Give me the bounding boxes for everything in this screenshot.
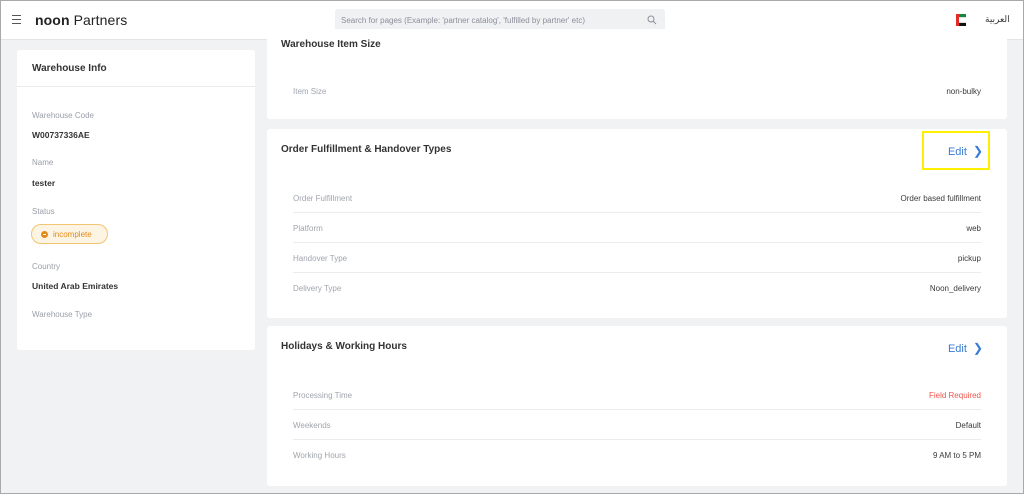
warehouse-code-label: Warehouse Code <box>32 111 94 120</box>
chevron-right-icon: ❯ <box>972 341 983 355</box>
status-value: incomplete <box>53 230 92 239</box>
edit-label: Edit <box>947 146 967 158</box>
brand-bold: noon <box>35 12 70 28</box>
item-size-label: Item Size <box>293 87 327 96</box>
platform-label: Platform <box>293 224 323 233</box>
platform-value: web <box>966 224 981 233</box>
warehouse-info-card: Warehouse Info Warehouse Code W00737336A… <box>17 50 255 350</box>
flag-black-stripe <box>959 22 966 26</box>
language-switch[interactable]: العربية <box>985 14 1010 25</box>
name-label: Name <box>32 158 54 167</box>
warehouse-type-label: Warehouse Type <box>32 310 93 319</box>
warehouse-info-title: Warehouse Info <box>32 63 107 74</box>
status-label: Status <box>32 207 55 216</box>
working-hours-label: Working Hours <box>293 451 346 460</box>
edit-label: Edit <box>947 343 967 355</box>
minus-circle-icon <box>41 231 48 238</box>
fulfillment-card: Order Fulfillment & Handover Types Edit ❯… <box>267 129 1007 318</box>
hamburger-menu-icon[interactable] <box>12 15 21 24</box>
working-hours-value: 9 AM to 5 PM <box>932 451 981 460</box>
processing-time-row: Processing Time Field Required <box>293 380 981 410</box>
fulfillment-edit-button[interactable]: Edit ❯ <box>948 144 983 158</box>
country-value: United Arab Emirates <box>32 281 119 291</box>
handover-type-value: pickup <box>957 254 981 263</box>
uae-flag-icon <box>956 14 966 26</box>
item-size-title: Warehouse Item Size <box>281 39 381 50</box>
delivery-type-value: Noon_delivery <box>929 284 981 293</box>
processing-time-value: Field Required <box>928 391 981 400</box>
order-fulfillment-row: Order Fulfillment Order based fulfillmen… <box>293 183 981 213</box>
holidays-title: Holidays & Working Hours <box>281 341 407 352</box>
order-fulfillment-value: Order based fulfillment <box>900 194 981 203</box>
holidays-card: Holidays & Working Hours Edit ❯ Processin… <box>267 326 1007 486</box>
brand-logo[interactable]: noon Partners <box>35 12 127 28</box>
name-value: tester <box>32 178 56 188</box>
item-size-row: Item Size non-bulky <box>293 76 981 106</box>
delivery-type-row: Delivery Type Noon_delivery <box>293 273 981 303</box>
handover-type-row: Handover Type pickup <box>293 243 981 273</box>
handover-type-label: Handover Type <box>293 254 348 263</box>
fulfillment-title: Order Fulfillment & Handover Types <box>281 144 452 155</box>
status-badge: incomplete <box>31 224 108 244</box>
item-size-value: non-bulky <box>946 87 981 96</box>
chevron-right-icon: ❯ <box>972 144 983 158</box>
country-label: Country <box>32 262 61 271</box>
working-hours-row: Working Hours 9 AM to 5 PM <box>293 440 981 470</box>
search-icon[interactable] <box>647 15 657 25</box>
delivery-type-label: Delivery Type <box>293 284 342 293</box>
weekends-label: Weekends <box>293 421 331 430</box>
processing-time-label: Processing Time <box>293 391 353 400</box>
holidays-edit-button[interactable]: Edit ❯ <box>948 341 983 355</box>
item-size-card: Warehouse Item Size Item Size non-bulky <box>267 29 1007 119</box>
app-window: noon Partners العربية Warehouse Info War… <box>0 0 1024 494</box>
order-fulfillment-label: Order Fulfillment <box>293 194 353 203</box>
weekends-row: Weekends Default <box>293 410 981 440</box>
warehouse-code-value: W00737336AE <box>32 130 90 140</box>
flag-stripes <box>959 14 966 26</box>
brand-rest: Partners <box>69 12 128 28</box>
divider <box>17 86 255 87</box>
weekends-value: Default <box>955 421 981 430</box>
platform-row: Platform web <box>293 213 981 243</box>
